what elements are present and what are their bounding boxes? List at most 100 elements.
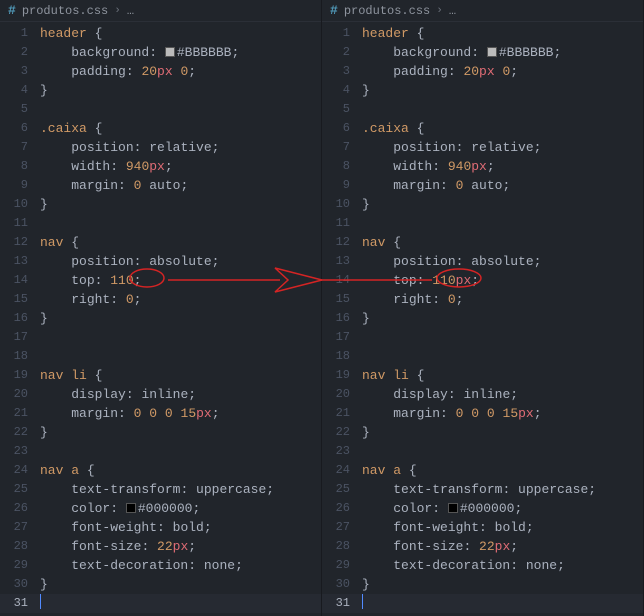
code-line[interactable]: color: #000000;: [40, 499, 321, 518]
line-number: 2: [0, 43, 28, 62]
breadcrumb[interactable]: # produtos.css › …: [0, 0, 321, 22]
line-number: 19: [0, 366, 28, 385]
code-line[interactable]: [362, 100, 643, 119]
code-line[interactable]: [362, 328, 643, 347]
code-line[interactable]: font-size: 22px;: [40, 537, 321, 556]
line-number: 9: [322, 176, 350, 195]
line-number: 27: [0, 518, 28, 537]
code-line[interactable]: nav {: [362, 233, 643, 252]
code-line[interactable]: position: relative;: [40, 138, 321, 157]
line-number: 1: [0, 24, 28, 43]
line-number: 31: [0, 594, 28, 613]
code-line[interactable]: color: #000000;: [362, 499, 643, 518]
code-line[interactable]: margin: 0 auto;: [362, 176, 643, 195]
code-line[interactable]: position: absolute;: [362, 252, 643, 271]
code-line[interactable]: position: relative;: [362, 138, 643, 157]
code-line[interactable]: padding: 20px 0;: [362, 62, 643, 81]
code-line[interactable]: margin: 0 auto;: [40, 176, 321, 195]
line-number: 7: [322, 138, 350, 157]
code-line[interactable]: }: [362, 309, 643, 328]
breadcrumb[interactable]: # produtos.css › …: [322, 0, 643, 22]
line-number: 21: [0, 404, 28, 423]
editor-right[interactable]: 1234567891011121314151617181920212223242…: [322, 22, 643, 616]
code-line[interactable]: width: 940px;: [362, 157, 643, 176]
code-line[interactable]: padding: 20px 0;: [40, 62, 321, 81]
line-number: 25: [0, 480, 28, 499]
code-line[interactable]: text-decoration: none;: [40, 556, 321, 575]
line-number: 29: [0, 556, 28, 575]
code-line[interactable]: }: [40, 195, 321, 214]
line-number: 28: [322, 537, 350, 556]
code-line[interactable]: }: [40, 81, 321, 100]
code-line[interactable]: font-weight: bold;: [40, 518, 321, 537]
chevron-right-icon: ›: [114, 5, 121, 17]
code-line[interactable]: [40, 594, 321, 613]
editor-pane-right: # produtos.css › … 123456789101112131415…: [322, 0, 644, 616]
code-line[interactable]: text-transform: uppercase;: [362, 480, 643, 499]
code-area[interactable]: header { background: #BBBBBB; padding: 2…: [362, 22, 643, 616]
code-line[interactable]: [40, 100, 321, 119]
code-line[interactable]: display: inline;: [362, 385, 643, 404]
editor-left[interactable]: 1234567891011121314151617181920212223242…: [0, 22, 321, 616]
code-line[interactable]: right: 0;: [40, 290, 321, 309]
line-number: 3: [0, 62, 28, 81]
code-line[interactable]: text-transform: uppercase;: [40, 480, 321, 499]
code-line[interactable]: right: 0;: [362, 290, 643, 309]
code-line[interactable]: nav a {: [362, 461, 643, 480]
css-icon: #: [8, 3, 16, 18]
code-line[interactable]: }: [362, 81, 643, 100]
code-line[interactable]: nav a {: [40, 461, 321, 480]
code-line[interactable]: }: [40, 423, 321, 442]
code-line[interactable]: margin: 0 0 0 15px;: [362, 404, 643, 423]
line-number: 25: [322, 480, 350, 499]
line-number: 7: [0, 138, 28, 157]
code-line[interactable]: nav {: [40, 233, 321, 252]
line-number: 4: [322, 81, 350, 100]
line-number: 8: [0, 157, 28, 176]
breadcrumb-file: produtos.css: [22, 4, 108, 18]
code-line[interactable]: .caixa {: [362, 119, 643, 138]
code-line[interactable]: header {: [40, 24, 321, 43]
code-line[interactable]: }: [40, 309, 321, 328]
code-line[interactable]: [362, 214, 643, 233]
code-line[interactable]: [40, 442, 321, 461]
code-line[interactable]: font-size: 22px;: [362, 537, 643, 556]
code-line[interactable]: top: 110;: [40, 271, 321, 290]
code-line[interactable]: }: [40, 575, 321, 594]
code-line[interactable]: top: 110px;: [362, 271, 643, 290]
code-line[interactable]: [362, 594, 643, 613]
line-number: 13: [322, 252, 350, 271]
code-line[interactable]: }: [362, 575, 643, 594]
code-area[interactable]: header { background: #BBBBBB; padding: 2…: [40, 22, 321, 616]
code-line[interactable]: background: #BBBBBB;: [40, 43, 321, 62]
code-line[interactable]: [40, 328, 321, 347]
line-number: 24: [322, 461, 350, 480]
code-line[interactable]: header {: [362, 24, 643, 43]
code-line[interactable]: [362, 442, 643, 461]
code-line[interactable]: font-weight: bold;: [362, 518, 643, 537]
code-line[interactable]: text-decoration: none;: [362, 556, 643, 575]
line-number: 10: [322, 195, 350, 214]
code-line[interactable]: position: absolute;: [40, 252, 321, 271]
line-number: 12: [322, 233, 350, 252]
code-line[interactable]: background: #BBBBBB;: [362, 43, 643, 62]
code-line[interactable]: margin: 0 0 0 15px;: [40, 404, 321, 423]
code-line[interactable]: nav li {: [40, 366, 321, 385]
code-line[interactable]: }: [362, 195, 643, 214]
code-line[interactable]: [40, 347, 321, 366]
line-number: 15: [322, 290, 350, 309]
line-number: 26: [322, 499, 350, 518]
line-number: 23: [322, 442, 350, 461]
line-number: 29: [322, 556, 350, 575]
line-number: 17: [0, 328, 28, 347]
code-line[interactable]: [362, 347, 643, 366]
line-numbers: 1234567891011121314151617181920212223242…: [322, 22, 362, 616]
code-line[interactable]: [40, 214, 321, 233]
code-line[interactable]: width: 940px;: [40, 157, 321, 176]
code-line[interactable]: nav li {: [362, 366, 643, 385]
code-line[interactable]: display: inline;: [40, 385, 321, 404]
line-number: 18: [0, 347, 28, 366]
line-number: 20: [322, 385, 350, 404]
code-line[interactable]: }: [362, 423, 643, 442]
code-line[interactable]: .caixa {: [40, 119, 321, 138]
